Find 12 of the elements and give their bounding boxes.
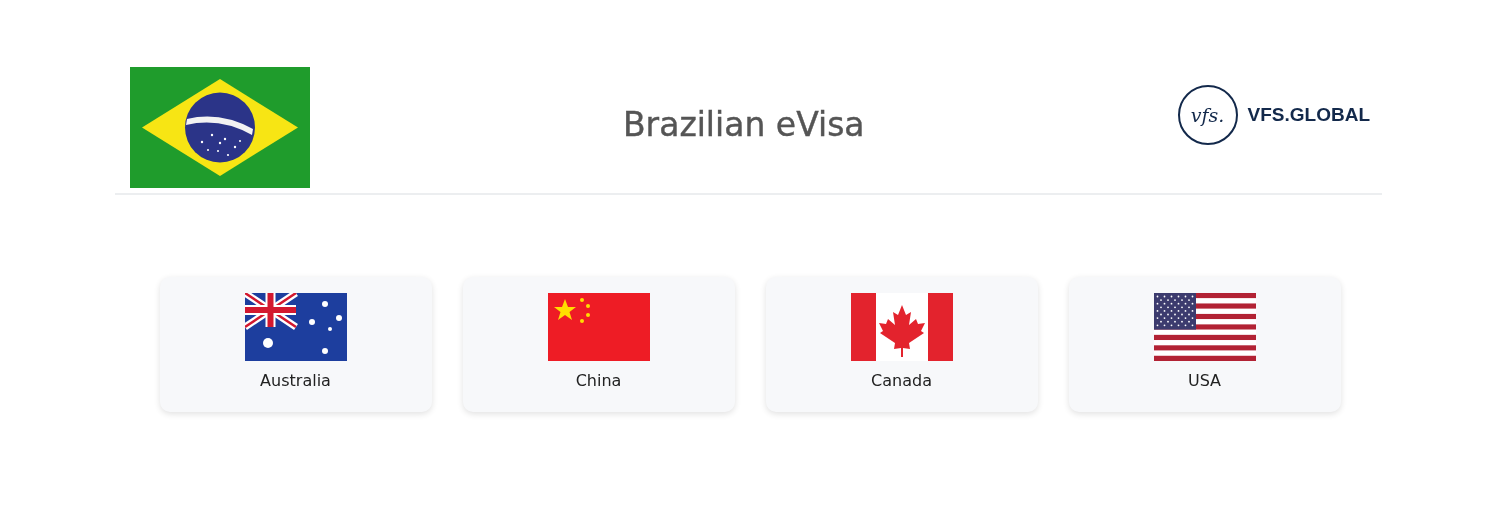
country-card[interactable]: USA bbox=[1068, 277, 1341, 412]
page-title: Brazilian eVisa bbox=[621, 105, 866, 144]
country-card[interactable]: Australia bbox=[159, 277, 432, 412]
brazil-flag-icon bbox=[130, 67, 310, 188]
logo-text: VFS.GLOBAL bbox=[1247, 104, 1370, 126]
country-card[interactable]: Canada bbox=[765, 277, 1038, 412]
us-flag-icon bbox=[1153, 293, 1256, 361]
vfs-logo-mark: vfs. bbox=[1177, 85, 1238, 145]
country-card[interactable]: China bbox=[462, 277, 735, 412]
australia-flag-icon bbox=[244, 293, 347, 361]
canada-flag-icon bbox=[850, 293, 953, 361]
china-flag-icon bbox=[547, 293, 650, 361]
